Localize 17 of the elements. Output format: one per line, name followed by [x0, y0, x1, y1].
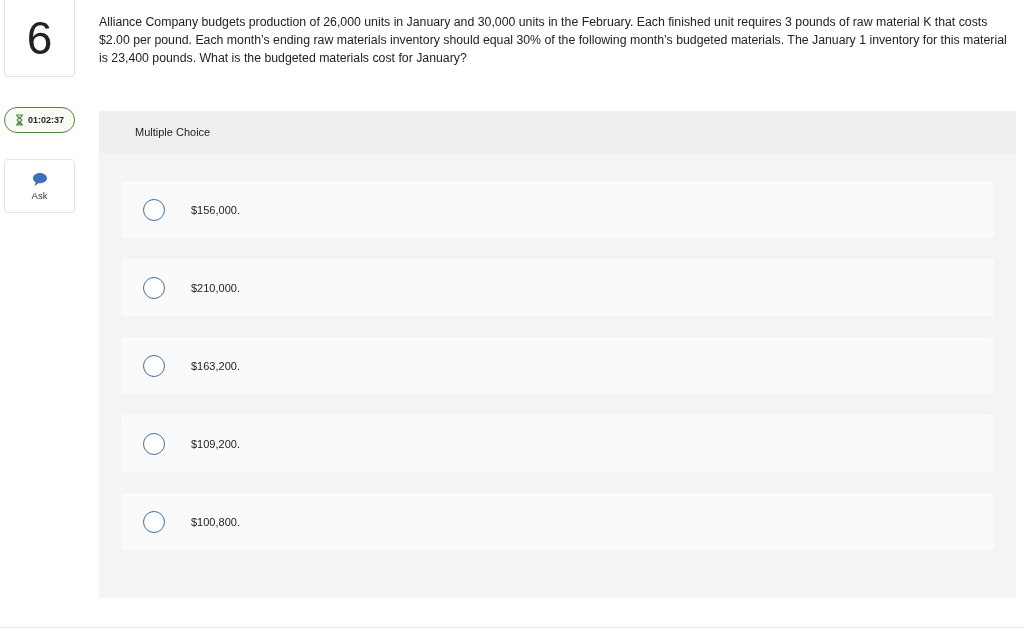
radio-button[interactable] — [143, 198, 165, 221]
hourglass-icon — [15, 114, 24, 126]
question-number: 6 — [4, 0, 75, 77]
ask-button[interactable]: Ask — [4, 159, 75, 213]
answer-option[interactable]: $100,800. — [121, 493, 994, 550]
timer: 01:02:37 — [4, 107, 75, 133]
radio-button[interactable] — [143, 510, 165, 533]
question-text: Alliance Company budgets production of 26,000 units in January and 30,000 units in the February. Each finished unit requires 3 pounds of raw material K that costs $2.00 per pound. Each month’s ending raw materials inventory should equal 30% of the following month’s budgeted materials. The January 1 inventory for this material is 23,400 pounds. What is the budgeted materials cost for January? — [99, 14, 1008, 67]
answer-type-label: Multiple Choice — [135, 126, 211, 138]
answer-option[interactable]: $109,200. — [121, 415, 994, 472]
radio-button[interactable] — [143, 432, 165, 455]
answer-option[interactable]: $156,000. — [121, 181, 994, 238]
answer-option[interactable]: $210,000. — [121, 259, 994, 316]
radio-button[interactable] — [143, 276, 165, 299]
radio-button[interactable] — [143, 354, 165, 377]
answer-option[interactable]: $163,200. — [121, 337, 994, 394]
speech-bubble-icon — [31, 171, 48, 187]
